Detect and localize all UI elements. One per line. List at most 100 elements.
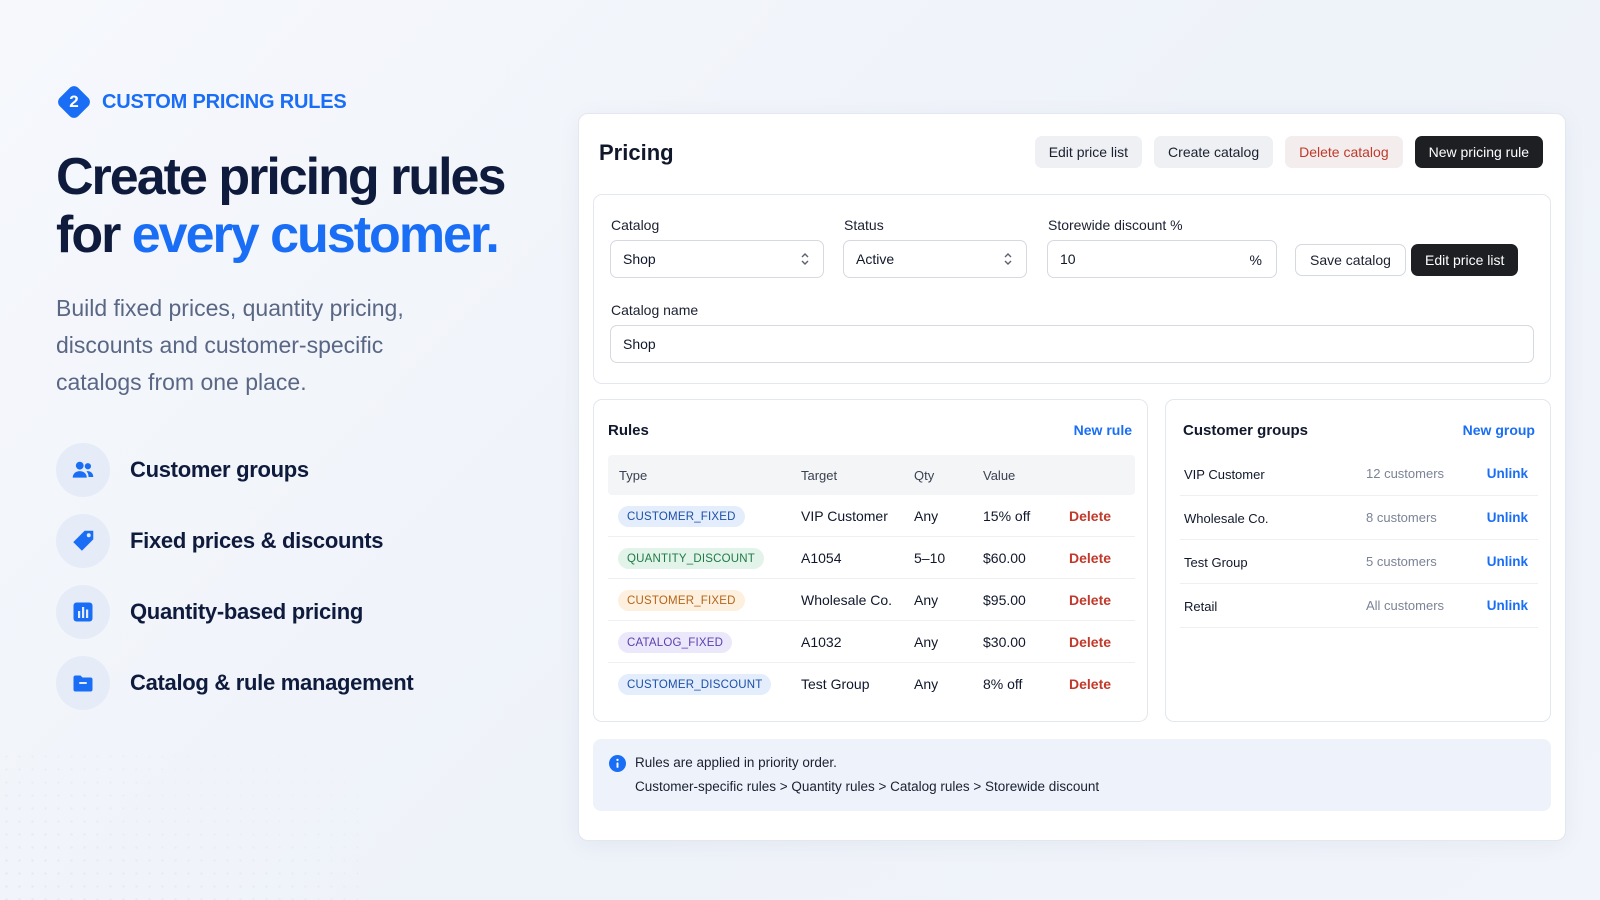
- percent-suffix: %: [1249, 252, 1262, 268]
- delete-rule-button[interactable]: Delete: [1069, 592, 1111, 608]
- step-number: 2: [69, 92, 79, 111]
- list-item: VIP Customer 12 customers Unlink: [1180, 452, 1538, 496]
- dot-pattern-decoration: [0, 750, 360, 900]
- catalog-select[interactable]: Shop: [610, 240, 824, 278]
- rules-table-header: Type Target Qty Value: [608, 455, 1135, 495]
- column-value: Value: [983, 468, 1016, 483]
- rule-target: VIP Customer: [801, 508, 888, 524]
- column-qty: Qty: [914, 468, 935, 483]
- save-catalog-button[interactable]: Save catalog: [1295, 244, 1406, 276]
- step-indicator: 2 CUSTOM PRICING RULES: [56, 84, 526, 120]
- group-name: Retail: [1184, 599, 1218, 614]
- group-count: 5 customers: [1366, 554, 1437, 569]
- rule-type-badge: CUSTOMER_FIXED: [618, 590, 745, 611]
- unlink-button[interactable]: Unlink: [1487, 466, 1528, 481]
- table-row: CUSTOMER_DISCOUNT Test Group Any 8% off …: [608, 663, 1135, 705]
- feature-item-catalog-management: Catalog & rule management: [56, 656, 526, 710]
- table-row: CUSTOMER_FIXED Wholesale Co. Any $95.00 …: [608, 579, 1135, 621]
- catalog-label: Catalog: [611, 217, 660, 233]
- rule-value: $60.00: [983, 550, 1026, 566]
- group-name: VIP Customer: [1184, 467, 1265, 482]
- rule-value: 15% off: [983, 508, 1031, 524]
- delete-rule-button[interactable]: Delete: [1069, 508, 1111, 524]
- unlink-button[interactable]: Unlink: [1487, 510, 1528, 525]
- delete-rule-button[interactable]: Delete: [1069, 550, 1111, 566]
- rule-value: $95.00: [983, 592, 1026, 608]
- rule-type-badge: CUSTOMER_DISCOUNT: [618, 674, 772, 695]
- rule-qty: Any: [914, 592, 939, 608]
- rule-target: Wholesale Co.: [801, 592, 893, 608]
- delete-catalog-button[interactable]: Delete catalog: [1285, 136, 1403, 168]
- feature-list: Customer groups Fixed prices & discounts…: [56, 443, 526, 710]
- headline: Create pricing rules for every customer.: [56, 148, 526, 264]
- rule-qty: 5–10: [914, 550, 946, 566]
- feature-label: Quantity-based pricing: [130, 599, 363, 624]
- rule-qty: Any: [914, 634, 939, 650]
- group-name: Test Group: [1184, 555, 1248, 570]
- rule-target: A1032: [801, 634, 842, 650]
- group-count: All customers: [1366, 598, 1445, 613]
- new-group-link[interactable]: New group: [1463, 422, 1535, 438]
- rule-target: A1054: [801, 550, 842, 566]
- list-item: Wholesale Co. 8 customers Unlink: [1180, 496, 1538, 540]
- page-title: Pricing: [599, 140, 674, 165]
- unlink-button[interactable]: Unlink: [1487, 554, 1528, 569]
- edit-price-list-button[interactable]: Edit price list: [1034, 136, 1143, 168]
- intro-section: 2 CUSTOM PRICING RULES Create pricing ru…: [56, 84, 526, 727]
- feature-item-fixed-prices: Fixed prices & discounts: [56, 514, 526, 568]
- folder-icon: [56, 656, 110, 710]
- feature-label: Fixed prices & discounts: [130, 528, 384, 553]
- headline-accent: every customer.: [131, 206, 500, 264]
- lead-paragraph: Build fixed prices, quantity pricing, di…: [56, 295, 404, 395]
- column-target: Target: [801, 468, 838, 483]
- feature-label: Catalog & rule management: [130, 670, 414, 695]
- chevron-updown-icon: [801, 253, 809, 265]
- headline-line2-prefix: for: [56, 206, 132, 264]
- group-name: Wholesale Co.: [1184, 511, 1269, 526]
- rule-target: Test Group: [801, 676, 870, 692]
- rules-title: Rules: [608, 422, 649, 439]
- step-label: CUSTOM PRICING RULES: [102, 90, 347, 113]
- group-count: 12 customers: [1366, 466, 1445, 481]
- feature-item-customer-groups: Customer groups: [56, 443, 526, 497]
- unlink-button[interactable]: Unlink: [1487, 598, 1528, 613]
- storewide-discount-label: Storewide discount %: [1048, 217, 1183, 233]
- status-label: Status: [844, 217, 884, 233]
- catalog-name-value: Shop: [623, 336, 656, 352]
- rule-type-badge: CATALOG_FIXED: [618, 632, 733, 653]
- rules-card: Rules New rule Type Target Qty Value CUS…: [593, 399, 1148, 722]
- headline-line1: Create pricing rules: [56, 148, 506, 206]
- info-detail: Customer-specific rules > Quantity rules…: [635, 779, 1100, 794]
- info-title: Rules are applied in priority order.: [635, 755, 837, 770]
- customer-groups-title: Customer groups: [1183, 422, 1309, 439]
- catalog-name-label: Catalog name: [611, 302, 699, 318]
- rule-qty: Any: [914, 676, 939, 692]
- tag-icon: [56, 514, 110, 568]
- rule-value: $30.00: [983, 634, 1026, 650]
- status-select[interactable]: Active: [843, 240, 1027, 278]
- pricing-panel: Pricing Edit price list Create catalog D…: [578, 113, 1566, 841]
- create-catalog-button[interactable]: Create catalog: [1154, 136, 1274, 168]
- storewide-discount-input[interactable]: 10 %: [1047, 240, 1277, 278]
- rule-qty: Any: [914, 508, 939, 524]
- group-count: 8 customers: [1366, 510, 1437, 525]
- rule-type-badge: CUSTOMER_FIXED: [618, 506, 745, 527]
- table-row: CATALOG_FIXED A1032 Any $30.00 Delete: [608, 621, 1135, 663]
- delete-rule-button[interactable]: Delete: [1069, 634, 1111, 650]
- catalog-name-input[interactable]: Shop: [610, 325, 1534, 363]
- list-item: Retail All customers Unlink: [1180, 584, 1538, 628]
- new-pricing-rule-button[interactable]: New pricing rule: [1414, 136, 1543, 168]
- edit-price-list-dark-button[interactable]: Edit price list: [1411, 244, 1519, 276]
- priority-info-banner: Rules are applied in priority order. Cus…: [593, 739, 1551, 811]
- customer-groups-card: Customer groups New group VIP Customer 1…: [1165, 399, 1551, 722]
- feature-item-quantity-pricing: Quantity-based pricing: [56, 585, 526, 639]
- status-select-value: Active: [856, 251, 895, 267]
- step-number-badge: 2: [56, 84, 92, 120]
- column-type: Type: [619, 468, 648, 483]
- new-rule-link[interactable]: New rule: [1074, 422, 1132, 438]
- delete-rule-button[interactable]: Delete: [1069, 676, 1111, 692]
- rule-value: 8% off: [983, 676, 1023, 692]
- users-icon: [56, 443, 110, 497]
- rule-type-badge: QUANTITY_DISCOUNT: [618, 548, 764, 569]
- catalog-form-card: Catalog Shop Status Active Storewide dis…: [593, 194, 1551, 384]
